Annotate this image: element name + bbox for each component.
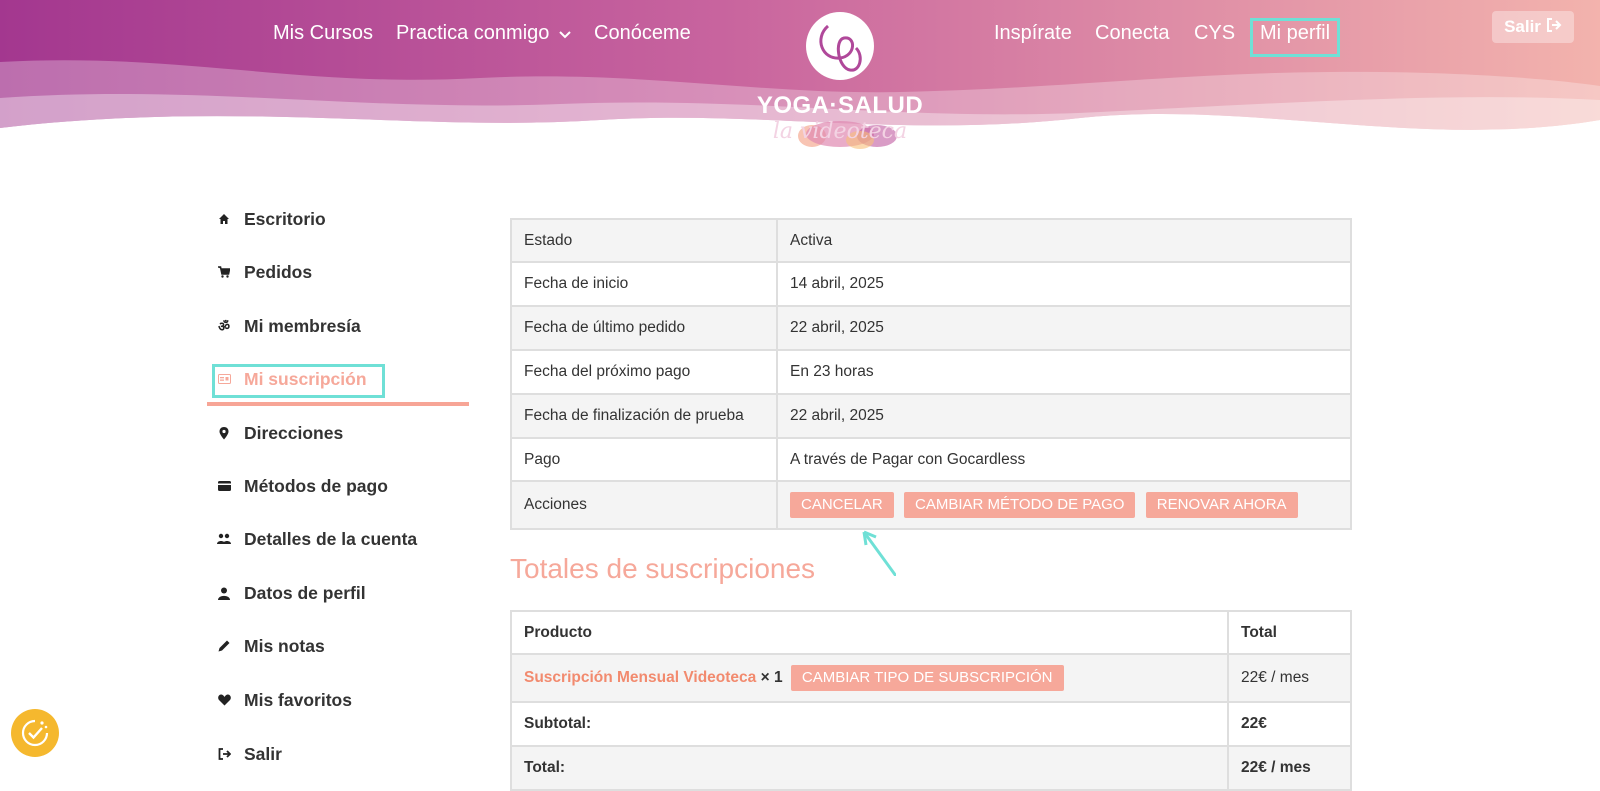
sidebar-item-label: Datos de perfil — [244, 582, 366, 603]
nav-practica-conmigo-label: Practica conmigo — [396, 22, 550, 44]
sidebar-item-label: Salir — [244, 743, 282, 764]
users-icon — [217, 532, 231, 546]
table-row-total: Total: 22€ / mes — [510, 745, 1352, 791]
map-pin-icon — [217, 426, 231, 440]
total-value: 22€ / mes — [1227, 745, 1352, 791]
nav-conecta[interactable]: Conecta — [1095, 22, 1170, 45]
row-label: Fecha del próximo pago — [510, 349, 778, 395]
product-quantity: × 1 — [760, 669, 783, 686]
sidebar-item-label: Mis favoritos — [244, 689, 352, 710]
sidebar-item-label: Detalles de la cuenta — [244, 528, 418, 549]
table-row: Fecha del próximo pago En 23 horas — [510, 349, 1352, 395]
chevron-down-icon — [559, 22, 572, 45]
home-icon — [217, 212, 231, 226]
sidebar-item-mis-favoritos[interactable]: Mis favoritos — [217, 685, 352, 715]
site-header: Mis Cursos Practica conmigo Conóceme Ins… — [0, 0, 1600, 160]
change-payment-method-button[interactable]: CAMBIAR MÉTODO DE PAGO — [904, 492, 1136, 518]
sidebar-item-label: Direcciones — [244, 422, 344, 443]
site-logo[interactable]: YOGA·SALUD la videoteca — [752, 8, 928, 158]
table-row: Pago A través de Pagar con Gocardless — [510, 437, 1352, 482]
product-total: 22€ / mes — [1227, 653, 1352, 703]
nav-inspirate[interactable]: Inspírate — [994, 22, 1072, 45]
sidebar-item-detalles-de-la-cuenta[interactable]: Detalles de la cuenta — [217, 524, 417, 554]
row-label: Estado — [510, 218, 778, 263]
sidebar-item-label: Pedidos — [244, 261, 313, 282]
row-value: 14 abril, 2025 — [776, 261, 1352, 307]
annotation-arrow — [862, 530, 896, 576]
nav-conoceme[interactable]: Conóceme — [594, 22, 691, 45]
table-row-subtotal: Subtotal: 22€ — [510, 701, 1352, 747]
sidebar-item-pedidos[interactable]: Pedidos — [217, 257, 312, 287]
table-row-actions: Acciones CANCELAR CAMBIAR MÉTODO DE PAGO… — [510, 480, 1352, 530]
sidebar-mi-suscripcion-highlight — [212, 364, 385, 398]
subtotal-value: 22€ — [1227, 701, 1352, 747]
sign-out-icon — [217, 747, 231, 761]
subscription-details-table: Estado Activa Fecha de inicio 14 abril, 20… — [510, 218, 1352, 530]
subtotal-label: Subtotal: — [510, 701, 1229, 747]
cookie-check-icon — [21, 719, 49, 747]
row-label: Fecha de inicio — [510, 261, 778, 307]
credit-card-icon — [217, 479, 231, 493]
sidebar-item-label: Métodos de pago — [244, 475, 388, 496]
sidebar-item-direcciones[interactable]: Direcciones — [217, 418, 343, 448]
sidebar-item-datos-de-perfil[interactable]: Datos de perfil — [217, 578, 366, 608]
sidebar-item-mis-notas[interactable]: Mis notas — [217, 631, 325, 661]
row-value: A través de Pagar con Gocardless — [776, 437, 1352, 482]
cancel-subscription-button[interactable]: CANCELAR — [790, 492, 894, 518]
nav-practica-conmigo[interactable]: Practica conmigo — [396, 22, 572, 45]
om-icon: ॐ — [218, 320, 230, 335]
row-label: Pago — [510, 437, 778, 482]
user-icon — [217, 586, 231, 600]
row-value: En 23 horas — [776, 349, 1352, 395]
column-header-product: Producto — [510, 610, 1229, 655]
actions-cell: CANCELAR CAMBIAR MÉTODO DE PAGO RENOVAR … — [776, 480, 1352, 530]
sign-out-icon — [1546, 17, 1562, 37]
sidebar-item-label: Escritorio — [244, 208, 326, 229]
row-label: Fecha de finalización de prueba — [510, 393, 778, 439]
sidebar-item-label: Mi membresía — [244, 315, 361, 336]
cookie-consent-button[interactable] — [11, 709, 59, 757]
row-value: 22 abril, 2025 — [776, 393, 1352, 439]
nav-mi-perfil-highlight — [1250, 18, 1340, 57]
change-subscription-type-button[interactable]: CAMBIAR TIPO DE SUBSCRIPCIÓN — [790, 665, 1064, 691]
column-header-total: Total — [1227, 610, 1352, 655]
renew-now-button[interactable]: RENOVAR AHORA — [1145, 492, 1298, 518]
table-row: Suscripción Mensual Videoteca × 1 CAMBIA… — [510, 653, 1352, 703]
nav-mis-cursos[interactable]: Mis Cursos — [273, 22, 373, 45]
logo-subtitle: la videoteca — [772, 119, 908, 144]
logo-title: YOGA·SALUD — [756, 92, 924, 119]
product-cell: Suscripción Mensual Videoteca × 1 CAMBIA… — [510, 653, 1229, 703]
table-header-row: Producto Total — [510, 610, 1352, 655]
sidebar-item-salir[interactable]: Salir — [217, 739, 282, 769]
row-label: Fecha de último pedido — [510, 305, 778, 351]
logout-button[interactable]: Salir — [1492, 11, 1574, 43]
heart-icon — [217, 693, 231, 707]
subscription-totals-table: Producto Total Suscripción Mensual Video… — [510, 610, 1352, 791]
cart-icon — [217, 265, 231, 279]
row-value: 22 abril, 2025 — [776, 305, 1352, 351]
row-label: Acciones — [510, 480, 778, 530]
sidebar-item-mi-membresia[interactable]: ॐ Mi membresía — [217, 311, 361, 341]
table-row: Fecha de finalización de prueba 22 abril,… — [510, 393, 1352, 439]
sidebar-active-underline — [207, 402, 469, 406]
table-row: Fecha de inicio 14 abril, 2025 — [510, 261, 1352, 307]
nav-cys[interactable]: CYS — [1194, 22, 1235, 45]
pencil-icon — [217, 639, 231, 653]
sidebar-item-escritorio[interactable]: Escritorio — [217, 204, 326, 234]
table-row: Fecha de último pedido 22 abril, 2025 — [510, 305, 1352, 351]
logout-label: Salir — [1504, 17, 1541, 36]
product-link[interactable]: Suscripción Mensual Videoteca — [524, 669, 756, 686]
sidebar-item-metodos-de-pago[interactable]: Métodos de pago — [217, 471, 388, 501]
sidebar-item-label: Mis notas — [244, 635, 325, 656]
total-label: Total: — [510, 745, 1229, 791]
table-row: Estado Activa — [510, 218, 1352, 263]
totals-section-title: Totales de suscripciones — [510, 553, 816, 584]
row-value: Activa — [776, 218, 1352, 263]
